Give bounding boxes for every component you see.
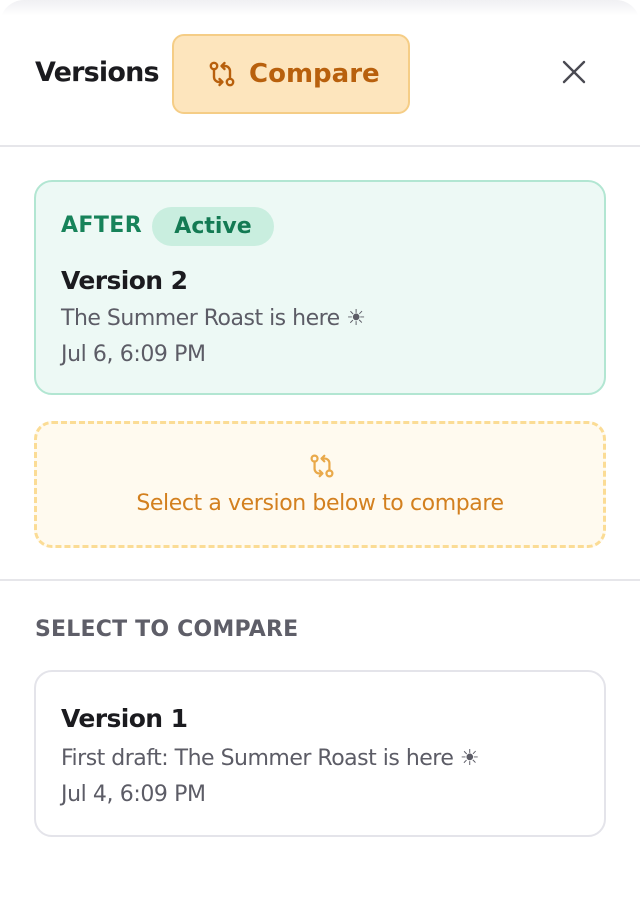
version-list-item[interactable]: Version 1 First draft: The Summer Roast … — [34, 670, 606, 837]
git-compare-icon — [309, 453, 335, 483]
version-description: First draft: The Summer Roast is here ☀ — [61, 746, 480, 771]
select-section-label: SELECT TO COMPARE — [35, 617, 299, 642]
section-divider — [0, 579, 640, 581]
compare-prompt: Select a version below to compare — [34, 421, 606, 548]
version-title: Version 2 — [61, 266, 188, 295]
after-label: AFTER — [61, 213, 143, 238]
compare-button-label: Compare — [249, 59, 380, 89]
version-title: Version 1 — [61, 704, 188, 733]
close-icon — [562, 60, 586, 88]
version-date: Jul 6, 6:09 PM — [61, 342, 206, 367]
panel-title: Versions — [35, 57, 160, 88]
compare-prompt-text: Select a version below to compare — [136, 491, 504, 516]
git-compare-icon — [208, 60, 236, 88]
panel-header: Versions Compare — [0, 0, 640, 147]
active-badge: Active — [152, 207, 274, 246]
active-version-card[interactable]: AFTER Active Version 2 The Summer Roast … — [34, 180, 606, 395]
versions-panel: Versions Compare AFTER Active Version 2 … — [0, 0, 640, 924]
compare-button[interactable]: Compare — [172, 34, 410, 114]
close-button[interactable] — [556, 56, 592, 92]
version-description: The Summer Roast is here ☀ — [61, 306, 366, 331]
version-date: Jul 4, 6:09 PM — [61, 782, 206, 807]
